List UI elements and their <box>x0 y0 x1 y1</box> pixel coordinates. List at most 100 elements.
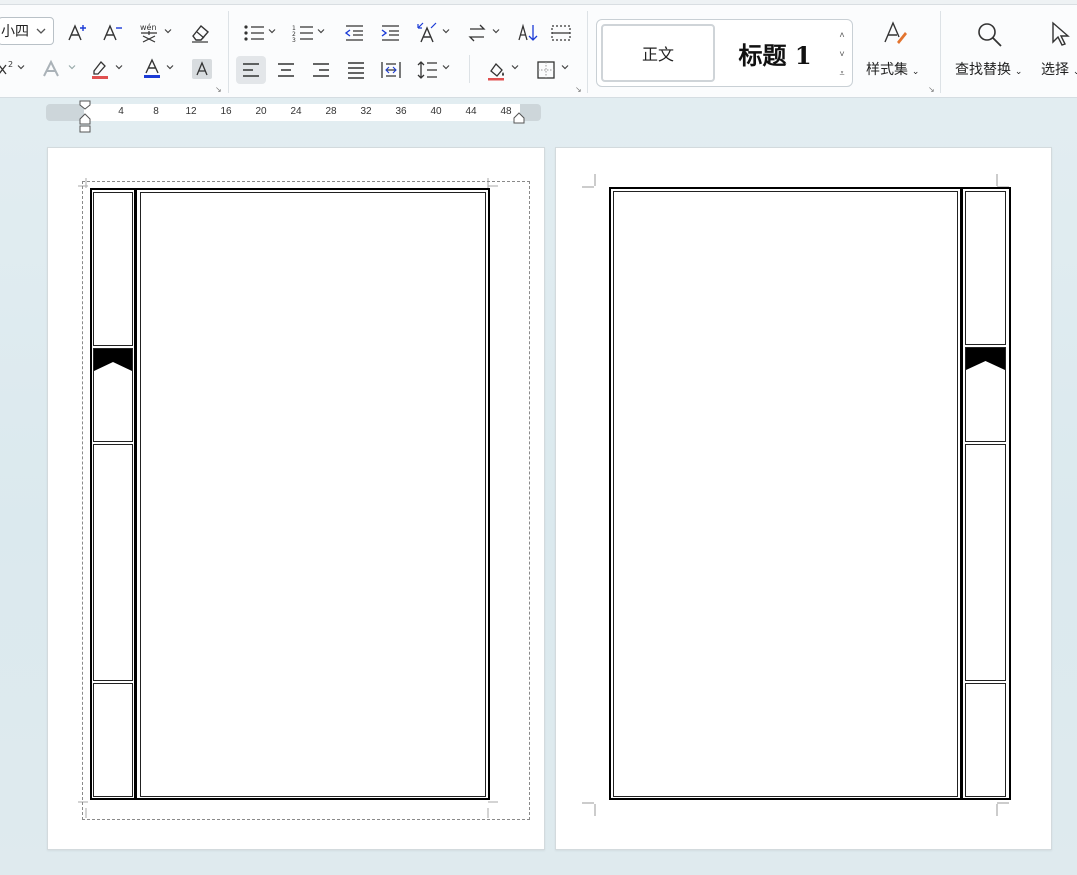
ruler-tick-label: 16 <box>220 106 232 117</box>
sidebar-cell <box>965 683 1006 797</box>
chevron-down-icon[interactable] <box>166 63 174 73</box>
chevron-down-icon: ⌄ <box>1072 66 1077 76</box>
sidebar-divider <box>134 188 137 800</box>
find-replace-label: 查找替换 <box>955 61 1011 77</box>
grow-font-icon[interactable] <box>66 21 90 45</box>
styles-dialog-launcher-icon[interactable]: ↘ <box>928 85 935 94</box>
group-divider <box>940 11 941 93</box>
sidebar-divider <box>960 187 963 800</box>
document-page-2[interactable] <box>555 147 1052 850</box>
svg-text:wén: wén <box>140 22 157 32</box>
numbering-icon[interactable]: 123 <box>291 21 315 45</box>
style-set-icon[interactable] <box>880 19 910 49</box>
phonetic-guide-icon[interactable]: wén <box>136 20 162 46</box>
find-replace-button[interactable]: 查找替换 ⌄ <box>955 59 1022 79</box>
chevron-down-icon[interactable] <box>268 27 276 37</box>
group-divider <box>587 11 588 93</box>
chevron-down-icon[interactable] <box>561 63 569 73</box>
justify-icon[interactable] <box>344 58 368 82</box>
select-label: 选择 <box>1041 61 1069 77</box>
sidebar-cell <box>93 444 133 681</box>
select-button[interactable]: 选择 ⌄ <box>1041 59 1077 79</box>
line-spacing-icon[interactable] <box>416 58 440 82</box>
horizontal-ruler[interactable]: 4 8 12 16 20 24 28 32 36 40 44 48 <box>46 100 541 133</box>
shrink-font-icon[interactable] <box>101 21 125 45</box>
style-set-label: 样式集 <box>866 61 908 77</box>
sidebar-cell <box>93 192 133 346</box>
font-size-select[interactable]: 小四 <box>0 17 54 45</box>
ruler-tick-label: 28 <box>325 106 337 117</box>
first-line-indent-marker[interactable] <box>79 97 91 110</box>
ribbon-home: 小四 wén 2 ↘ 1 2 3 ↘ 正文 标题 1 ˄ ˅ ⩡ 样式集 ⌄ ↘… <box>0 5 1077 98</box>
highlight-icon[interactable] <box>88 57 112 81</box>
chevron-down-icon[interactable] <box>115 63 123 73</box>
style-normal-button[interactable]: 正文 <box>601 24 715 82</box>
text-direction-icon[interactable] <box>414 21 440 45</box>
document-page-1[interactable] <box>47 147 545 850</box>
font-dialog-launcher-icon[interactable]: ↘ <box>215 85 222 94</box>
sidebar-cell-bookmark <box>93 348 133 442</box>
sidebar-cell <box>965 444 1006 681</box>
ruler-tick-label: 44 <box>465 106 477 117</box>
shading-icon[interactable] <box>484 58 508 82</box>
styles-scroll[interactable]: ˄ ˅ ⩡ <box>836 26 848 82</box>
bookmark-icon <box>966 348 1005 370</box>
ruler-tick-label: 40 <box>430 106 442 117</box>
chevron-down-icon[interactable] <box>17 63 25 73</box>
ruler-tick-label: 36 <box>395 106 407 117</box>
chevron-down-icon[interactable] <box>492 27 500 37</box>
font-color-icon[interactable] <box>140 57 164 81</box>
bookmark-icon <box>94 349 132 371</box>
chevron-down-icon[interactable] <box>511 63 519 73</box>
chevron-up-icon[interactable]: ˄ <box>836 26 848 45</box>
svg-text:3: 3 <box>292 37 296 43</box>
svg-text:2: 2 <box>8 60 13 69</box>
borders-icon[interactable] <box>534 58 558 82</box>
chevron-down-icon[interactable] <box>164 27 172 37</box>
style-heading1-button[interactable]: 标题 1 <box>721 24 829 82</box>
distributed-icon[interactable] <box>379 58 403 82</box>
chevron-down-icon[interactable] <box>317 27 325 37</box>
text-effect-icon[interactable] <box>40 57 64 81</box>
main-content-box[interactable] <box>613 191 958 797</box>
chevron-down-icon[interactable] <box>442 27 450 37</box>
sidebar-cell <box>965 191 1006 345</box>
decrease-indent-icon[interactable] <box>342 21 366 45</box>
paragraph-dialog-launcher-icon[interactable]: ↘ <box>575 85 582 94</box>
expand-gallery-icon[interactable]: ⩡ <box>836 64 848 83</box>
ruler-tick-label: 24 <box>290 106 302 117</box>
align-left-icon[interactable] <box>236 56 266 84</box>
group-divider <box>228 11 229 93</box>
clear-format-icon[interactable] <box>187 20 213 46</box>
font-size-value: 小四 <box>1 23 29 39</box>
chevron-down-icon[interactable]: ˅ <box>836 45 848 64</box>
columns-icon[interactable] <box>549 21 573 45</box>
superscript-icon[interactable]: 2 <box>0 57 18 79</box>
main-content-box[interactable] <box>140 192 486 797</box>
increase-indent-icon[interactable] <box>378 21 402 45</box>
select-cursor-icon[interactable] <box>1046 19 1076 49</box>
chevron-down-icon: ⌄ <box>1014 66 1023 76</box>
align-right-icon[interactable] <box>309 58 333 82</box>
sidebar-cell-bookmark <box>965 347 1006 442</box>
style-set-button[interactable]: 样式集 ⌄ <box>866 59 919 79</box>
ruler-tick-label: 32 <box>360 106 372 117</box>
find-icon[interactable] <box>974 19 1006 51</box>
sidebar-cell <box>93 683 133 797</box>
ruler-tick-label: 8 <box>153 106 159 117</box>
chevron-down-icon: ⌄ <box>911 66 920 76</box>
ruler-text-area <box>84 104 520 121</box>
left-indent-marker[interactable] <box>79 113 91 133</box>
chevron-down-icon[interactable] <box>68 63 76 73</box>
ltr-rtl-icon[interactable] <box>465 21 489 45</box>
ruler-tick-label: 20 <box>255 106 267 117</box>
bullets-icon[interactable] <box>242 21 266 45</box>
group-divider <box>469 55 470 83</box>
align-center-icon[interactable] <box>274 58 298 82</box>
chevron-down-icon[interactable] <box>442 63 450 73</box>
char-shading-icon[interactable] <box>192 59 212 79</box>
right-indent-marker[interactable] <box>513 111 525 124</box>
ruler-tick-label: 48 <box>500 106 512 117</box>
sort-icon[interactable] <box>516 21 540 45</box>
ruler-tick-label: 12 <box>185 106 197 117</box>
